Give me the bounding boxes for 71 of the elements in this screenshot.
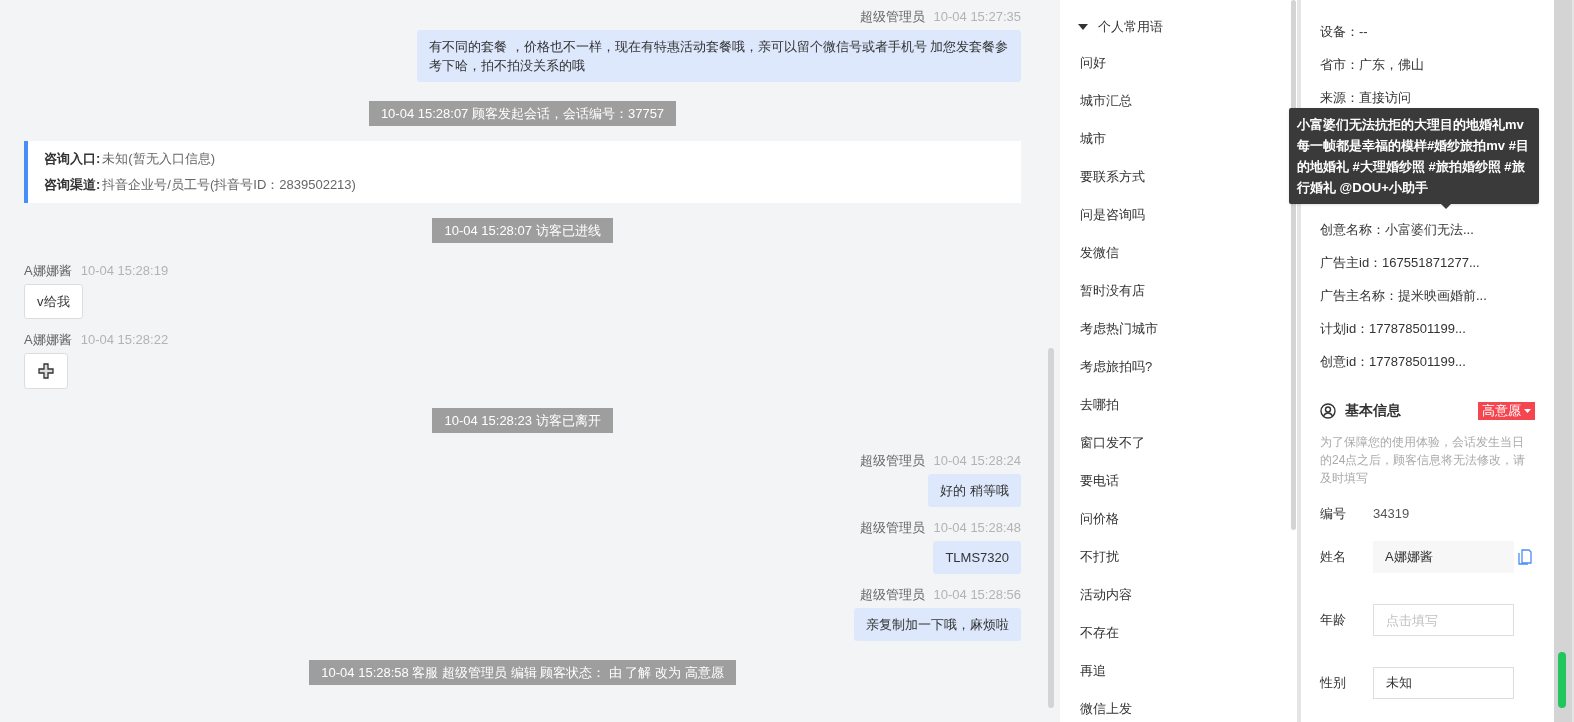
field-value: 未知(暂无入口信息) [102,150,215,168]
text-input[interactable]: 点击填写 [1373,604,1514,636]
phrase-item[interactable]: 窗口发不了 [1080,434,1145,452]
field-value: 34319 [1373,505,1410,524]
message-time: 10-04 15:27:35 [933,8,1021,26]
phrase-group-toggle[interactable]: 个人常用语 [1060,16,1297,38]
message-time: 10-04 15:28:24 [933,452,1021,470]
scrollbar-thumb[interactable] [1558,652,1566,708]
info-text: 广告主id：167551871277... [1320,255,1480,270]
phrase-item[interactable]: 微信上发 [1080,700,1132,718]
tooltip: 小富婆们无法抗拒的大理目的地婚礼mv 每一帧都是幸福的模样#婚纱旅拍mv #目的地婚礼 #大理婚纱照 #旅拍婚纱照 #旅行婚礼 @DOU+小助手 [1289,108,1539,204]
plus-icon [38,363,54,379]
copy-icon[interactable] [1518,549,1532,565]
info-text: 省市：广东，佛山 [1320,57,1424,72]
message-bubble: 亲复制加一下哦，麻烦啦 [854,608,1021,641]
sender-name: A娜娜酱 [24,262,72,280]
system-notice: 10-04 15:28:23 访客已离开 [432,408,613,433]
phrase-item[interactable]: 问好 [1080,54,1106,72]
phrase-item[interactable]: 考虑热门城市 [1080,320,1158,338]
message-bubble: v给我 [24,284,83,319]
field-label: 编号 [1320,505,1347,524]
message-bubble: 有不同的套餐 ，价格也不一样，现在有特惠活动套餐哦，亲可以留个微信号或者手机号 加您发套餐参考下哈，拍不拍没关系的哦 [417,30,1021,82]
tooltip-arrow [1441,204,1451,209]
section-title: 基本信息 [1345,401,1401,420]
intent-dropdown[interactable]: 高意愿 [1478,401,1535,420]
sender-name: 超级管理员 [859,519,925,537]
info-text: 设备：-- [1320,24,1368,39]
field-value: 抖音企业号/员工号(抖音号ID：2839502213) [102,176,356,194]
phrase-item[interactable]: 不存在 [1080,624,1119,642]
phrase-item[interactable]: 问价格 [1080,510,1119,528]
phrase-item[interactable]: 不打扰 [1080,548,1119,566]
message-time: 10-04 15:28:48 [933,519,1021,537]
phrase-item[interactable]: 发微信 [1080,244,1119,262]
message-time: 10-04 15:28:22 [80,331,169,349]
info-text: 来源：直接访问 [1320,90,1411,105]
phrase-item[interactable]: 要联系方式 [1080,168,1145,186]
field-label: 咨询渠道: [44,176,101,194]
phrase-item[interactable]: 考虑旅拍吗? [1080,358,1153,376]
sender-name: 超级管理员 [859,586,925,604]
info-text: 计划id：177878501199... [1320,321,1466,336]
info-text: 创意名称：小富婆们无法... [1320,222,1474,237]
field-label: 咨询入口: [44,150,101,168]
sender-name: 超级管理员 [859,8,925,26]
phrase-item[interactable]: 问是咨询吗 [1080,206,1145,224]
caret-down-icon [1524,408,1531,413]
text-input[interactable]: 未知 [1373,667,1514,699]
sender-name: 超级管理员 [859,452,925,470]
system-notice: 10-04 15:28:07 顾客发起会话，会话编号：37757 [368,101,677,126]
phrase-item[interactable]: 去哪拍 [1080,396,1119,414]
message-time: 10-04 15:28:19 [80,262,169,280]
phrase-item[interactable]: 城市 [1080,130,1106,148]
phrase-item[interactable]: 要电话 [1080,472,1119,490]
phrase-item[interactable]: 暂时没有店 [1080,282,1145,300]
field-label: 性别 [1320,674,1347,693]
info-text: 创意id：177878501199... [1320,354,1466,369]
user-circle-icon [1320,402,1336,419]
field-label: 姓名 [1320,548,1347,567]
system-notice: 10-04 15:28:07 访客已进线 [432,218,613,243]
system-notice: 10-04 15:28:58 客服 超级管理员 编辑 顾客状态： 由 了解 改为 高意愿 [309,660,736,685]
message-bubble: 好的 稍等哦 [928,474,1021,507]
message-bubble: TLMS7320 [933,541,1021,574]
phrase-item[interactable]: 再追 [1080,662,1106,680]
phrase-item[interactable]: 城市汇总 [1080,92,1132,110]
name-field: A娜娜酱 [1373,541,1514,573]
info-text: 广告主名称：提米映画婚前... [1320,288,1487,303]
scrollbar-thumb[interactable] [1048,348,1054,708]
notice-text: 为了保障您的使用体验，会话发生当日的24点之后，顾客信息将无法修改，请及时填写 [1320,434,1527,487]
message-time: 10-04 15:28:56 [933,586,1021,604]
phrase-item[interactable]: 活动内容 [1080,586,1132,604]
sender-name: A娜娜酱 [24,331,72,349]
field-label: 年龄 [1320,611,1347,630]
